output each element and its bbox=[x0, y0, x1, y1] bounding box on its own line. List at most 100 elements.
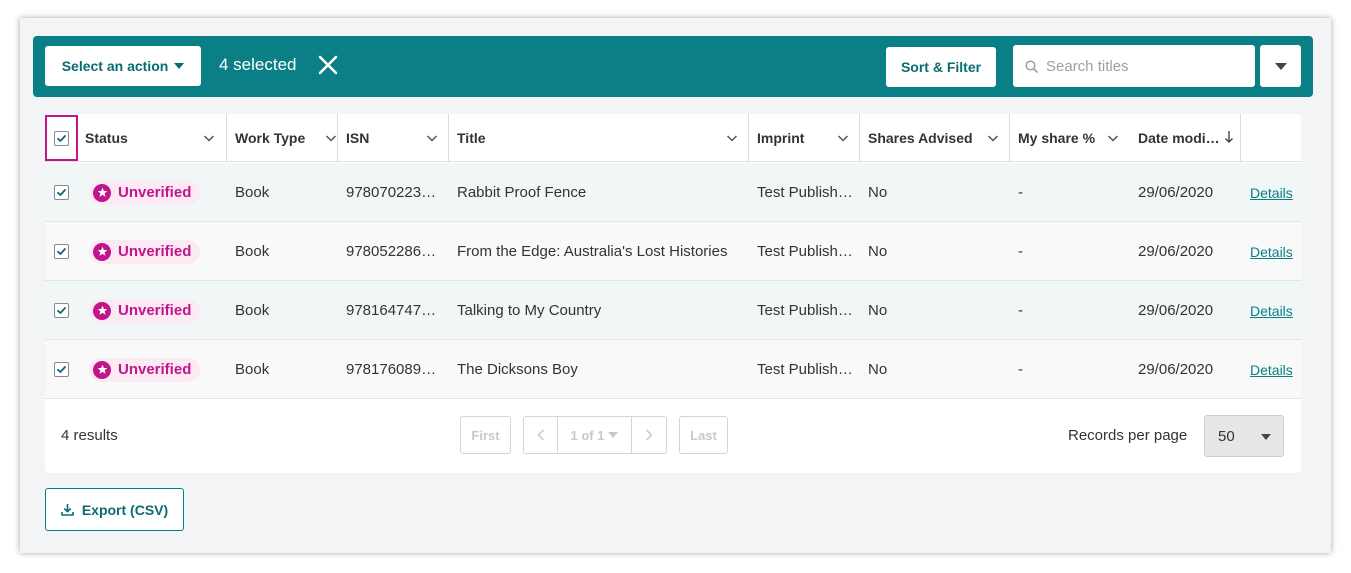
column-header-work-type[interactable]: Work Type bbox=[235, 114, 337, 162]
details-cell: Details bbox=[1250, 340, 1293, 399]
shares-advised-cell: No bbox=[868, 361, 888, 378]
status-badge: Unverified bbox=[89, 239, 201, 264]
row-checkbox-cell[interactable] bbox=[54, 340, 69, 399]
details-link[interactable]: Details bbox=[1250, 303, 1293, 319]
work-type-cell: Book bbox=[235, 243, 270, 260]
export-csv-button[interactable]: Export (CSV) bbox=[45, 488, 184, 531]
row-checkbox[interactable] bbox=[54, 244, 69, 259]
caret-down-icon bbox=[1274, 62, 1287, 70]
imprint-cell: Test Publish… bbox=[757, 302, 853, 319]
sort-descending-icon bbox=[1225, 131, 1233, 143]
download-icon bbox=[61, 504, 74, 516]
isn-cell: 978176089… bbox=[346, 361, 437, 378]
column-header-label: Status bbox=[85, 130, 128, 146]
row-checkbox[interactable] bbox=[54, 303, 69, 318]
last-page-button[interactable]: Last bbox=[679, 416, 728, 454]
next-page-button[interactable] bbox=[632, 417, 666, 453]
shares-advised-cell: No bbox=[868, 302, 888, 319]
sort-filter-button[interactable]: Sort & Filter bbox=[886, 47, 996, 87]
chevron-down-icon bbox=[987, 135, 999, 142]
row-checkbox-cell[interactable] bbox=[54, 222, 69, 281]
check-icon bbox=[57, 366, 66, 373]
column-header-imprint[interactable]: Imprint bbox=[757, 114, 859, 162]
chevron-down-icon bbox=[325, 135, 337, 142]
page-select[interactable]: 1 of 1 bbox=[558, 417, 632, 453]
my-share-cell: - bbox=[1018, 184, 1023, 201]
row-checkbox-cell[interactable] bbox=[54, 281, 69, 340]
check-icon bbox=[57, 307, 66, 314]
search-options-dropdown[interactable] bbox=[1260, 45, 1301, 87]
status-label: Unverified bbox=[118, 243, 192, 260]
app-frame: Select an action 4 selected Sort & Filte… bbox=[20, 18, 1331, 553]
column-header-title[interactable]: Title bbox=[457, 114, 748, 162]
my-share-cell: - bbox=[1018, 302, 1023, 319]
column-header-date-modified[interactable]: Date modi… bbox=[1138, 114, 1240, 162]
status-cell: Unverified bbox=[89, 281, 201, 340]
column-divider bbox=[337, 114, 338, 162]
column-header-shares-advised[interactable]: Shares Advised bbox=[868, 114, 1009, 162]
select-action-button[interactable]: Select an action bbox=[45, 46, 201, 86]
details-link[interactable]: Details bbox=[1250, 244, 1293, 260]
search-icon bbox=[1025, 59, 1038, 73]
my-share-cell: - bbox=[1018, 243, 1023, 260]
isn-cell: 978164747… bbox=[346, 302, 437, 319]
records-per-page-value: 50 bbox=[1218, 427, 1235, 445]
column-header-label: My share % bbox=[1018, 130, 1096, 146]
work-type-cell: Book bbox=[235, 302, 270, 319]
page-select-label: 1 of 1 bbox=[570, 427, 605, 443]
details-link[interactable]: Details bbox=[1250, 362, 1293, 378]
column-header-label: Shares Advised bbox=[868, 130, 973, 146]
close-icon[interactable] bbox=[317, 54, 339, 76]
status-label: Unverified bbox=[118, 361, 192, 378]
select-action-label: Select an action bbox=[61, 58, 169, 74]
chevron-left-icon bbox=[536, 429, 544, 441]
search-input[interactable] bbox=[1046, 57, 1246, 75]
isn-cell: 978070223… bbox=[346, 184, 437, 201]
row-checkbox[interactable] bbox=[54, 185, 69, 200]
select-all-checkbox[interactable] bbox=[45, 115, 78, 161]
column-header-label: ISN bbox=[346, 130, 370, 146]
table-row: Unverified Book 978070223… Rabbit Proof … bbox=[45, 163, 1301, 222]
table-row: Unverified Book 978176089… The Dicksons … bbox=[45, 340, 1301, 399]
caret-down-icon bbox=[1261, 434, 1271, 440]
chevron-down-icon bbox=[203, 135, 215, 142]
title-cell: Talking to My Country bbox=[457, 302, 602, 319]
my-share-cell: - bbox=[1018, 361, 1023, 378]
column-divider bbox=[448, 114, 449, 162]
column-divider bbox=[1240, 114, 1241, 162]
check-icon bbox=[57, 248, 66, 255]
details-cell: Details bbox=[1250, 281, 1293, 340]
details-cell: Details bbox=[1250, 163, 1293, 222]
imprint-cell: Test Publish… bbox=[757, 243, 853, 260]
table-footer: 4 results First 1 of 1 Last Records per … bbox=[45, 399, 1301, 473]
date-modified-cell: 29/06/2020 bbox=[1138, 302, 1214, 319]
column-header-status[interactable]: Status bbox=[85, 114, 225, 162]
column-divider bbox=[859, 114, 860, 162]
status-label: Unverified bbox=[118, 184, 192, 201]
table-header: Status Work Type ISN Title Imprint Share… bbox=[45, 114, 1301, 162]
status-cell: Unverified bbox=[89, 222, 201, 281]
records-per-page-select[interactable]: 50 bbox=[1204, 415, 1284, 457]
row-checkbox[interactable] bbox=[54, 362, 69, 377]
selected-count: 4 selected bbox=[219, 55, 297, 74]
prev-page-button[interactable] bbox=[524, 417, 558, 453]
details-link[interactable]: Details bbox=[1250, 185, 1293, 201]
imprint-cell: Test Publish… bbox=[757, 184, 853, 201]
status-badge: Unverified bbox=[89, 357, 201, 382]
caret-down-icon bbox=[608, 432, 619, 438]
isn-cell: 978052286… bbox=[346, 243, 437, 260]
title-cell: The Dicksons Boy bbox=[457, 361, 578, 378]
star-icon bbox=[93, 242, 111, 261]
status-label: Unverified bbox=[118, 302, 192, 319]
work-type-cell: Book bbox=[235, 184, 270, 201]
column-header-isn[interactable]: ISN bbox=[346, 114, 448, 162]
chevron-down-icon bbox=[726, 135, 738, 142]
star-icon bbox=[93, 301, 111, 320]
search-box bbox=[1013, 45, 1255, 87]
column-header-my-share[interactable]: My share % bbox=[1018, 114, 1129, 162]
title-cell: Rabbit Proof Fence bbox=[457, 184, 587, 201]
chevron-down-icon bbox=[1107, 135, 1119, 142]
row-checkbox-cell[interactable] bbox=[54, 163, 69, 222]
first-page-button[interactable]: First bbox=[460, 416, 511, 454]
status-cell: Unverified bbox=[89, 340, 201, 399]
